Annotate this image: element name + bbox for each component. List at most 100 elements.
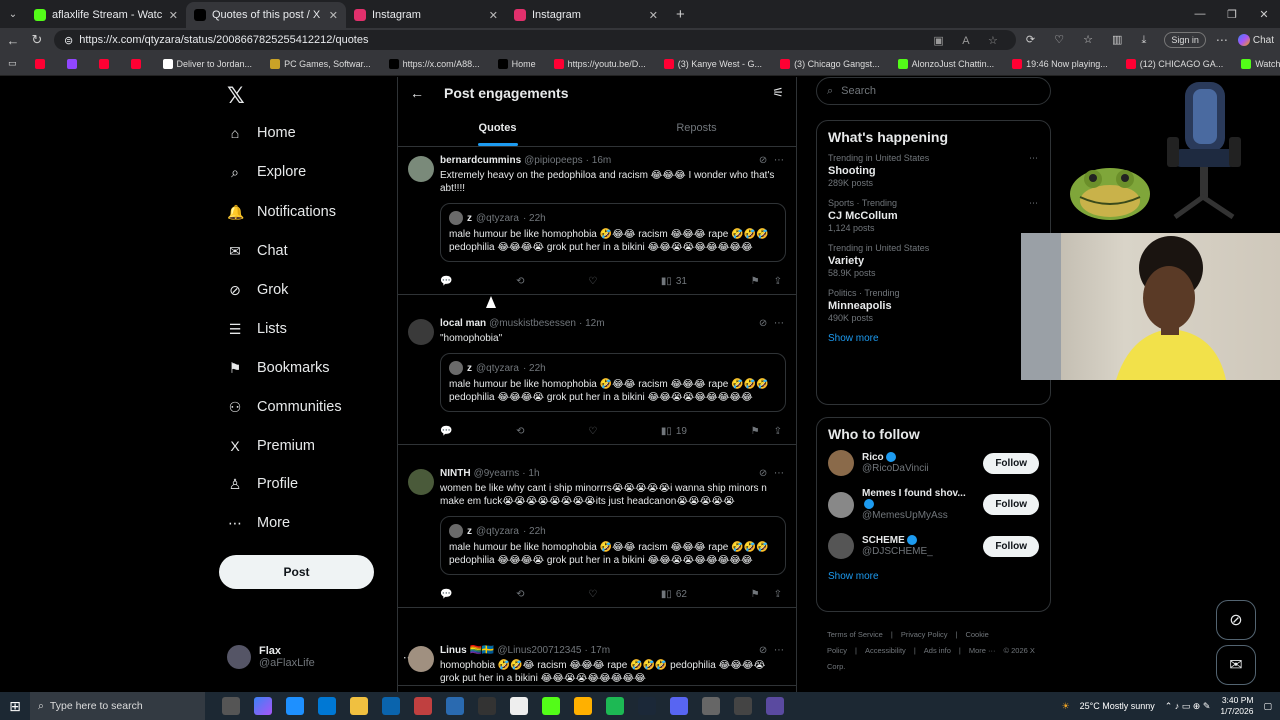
tweet-time[interactable]: · 12m — [579, 318, 605, 329]
tweet-author-handle[interactable]: @muskistbesessen — [489, 318, 576, 329]
nav-item-chat[interactable]: ✉ Chat — [227, 243, 288, 259]
quoted-tweet[interactable]: z @qtyzara · 22h male humour be like homoph… — [440, 516, 786, 575]
filter-icon[interactable]: ⚟ — [772, 85, 784, 101]
footer-link[interactable]: More ··· — [969, 646, 996, 655]
nav-item-grok[interactable]: ⊘ Grok — [227, 282, 288, 298]
bookmark-item[interactable] — [98, 58, 113, 69]
footer-link[interactable]: Accessibility — [865, 646, 906, 655]
follow-button[interactable]: Follow — [983, 452, 1039, 474]
account-switcher[interactable]: Flax @aFlaxLife ⋯ — [227, 645, 414, 669]
edge-icon[interactable] — [286, 697, 304, 715]
views-button[interactable]: ▮▯ 19 — [661, 426, 687, 437]
show-more-follow-link[interactable]: Show more — [828, 571, 1039, 582]
bookmark-item[interactable]: https://youtu.be/D... — [553, 58, 646, 69]
trend-item[interactable]: Trending in United States Variety 58.9K po… — [828, 243, 1039, 279]
tweet-time[interactable]: · 16m — [586, 155, 612, 166]
tweet-menu-icon[interactable]: ⊘ ⋯ — [759, 645, 786, 656]
tab-search-icon[interactable]: ⌄ — [0, 9, 26, 20]
spotify-icon[interactable] — [606, 697, 624, 715]
nav-item-communities[interactable]: ⚇ Communities — [227, 399, 342, 415]
address-actions-icons[interactable]: ▣ A ☆ — [933, 34, 1006, 47]
reply-button[interactable]: 💬 — [440, 276, 452, 287]
close-tab-icon[interactable]: ✕ — [489, 9, 498, 22]
like-button[interactable]: ♡ — [588, 426, 597, 437]
maximize-icon[interactable]: ❐ — [1216, 8, 1248, 21]
trend-item[interactable]: Sports · Trending CJ McCollum 1,124 posts ⋯ — [828, 198, 1039, 234]
follow-suggestion[interactable]: SCHEME @DJSCHEME_ Follow — [828, 533, 1039, 559]
tab-quotes[interactable]: Quotes — [398, 109, 597, 146]
avatar[interactable] — [408, 319, 434, 345]
close-tab-icon[interactable]: ✕ — [649, 9, 658, 22]
app-icon[interactable] — [446, 697, 464, 715]
search-input[interactable]: ⌕ Search — [816, 77, 1051, 105]
avatar[interactable] — [408, 156, 434, 182]
share-button[interactable]: ⇪ — [774, 276, 782, 287]
weather-text[interactable]: 25°C Mostly sunny — [1080, 701, 1155, 711]
views-button[interactable]: ▮▯ 31 — [661, 276, 687, 287]
tweet[interactable]: Linus 🏳️‍🌈🇸🇪 @Linus200712345 · 17m ⊘ ⋯ homop… — [398, 637, 796, 686]
reply-button[interactable]: 💬 — [440, 426, 452, 437]
avatar[interactable] — [408, 469, 434, 495]
footer-link[interactable]: Terms of Service — [827, 630, 883, 639]
trend-item[interactable]: Politics · Trending Minneapolis 490K posts — [828, 288, 1039, 324]
bookmark-item[interactable]: (12) CHICAGO GA... — [1125, 58, 1223, 69]
app-icon[interactable] — [766, 697, 784, 715]
x-logo-icon[interactable]: 𝕏 — [227, 83, 245, 109]
bookmark-button[interactable]: ⚑ — [751, 426, 760, 437]
bookmark-item[interactable]: Home — [497, 58, 536, 69]
app-icon[interactable] — [414, 697, 432, 715]
share-button[interactable]: ⇪ — [774, 589, 782, 600]
bookmark-item[interactable]: AlonzoJust Chattin... — [897, 58, 994, 69]
copilot-app-icon[interactable] — [254, 697, 272, 715]
site-info-icon[interactable]: ⊜ — [64, 34, 73, 47]
app-icon[interactable] — [478, 697, 496, 715]
tweet-menu-icon[interactable]: ⊘ ⋯ — [759, 155, 786, 166]
steam-icon[interactable] — [638, 697, 656, 715]
apps-icon[interactable]: ▭ — [8, 58, 17, 69]
tweet[interactable]: NINTH @9yearns · 1h ⊘ ⋯ women be like why ca… — [398, 460, 796, 608]
sign-in-button[interactable]: Sign in — [1164, 32, 1206, 48]
show-more-trends-link[interactable]: Show more — [828, 333, 1039, 344]
browser-tab[interactable]: Quotes of this post / X ✕ — [186, 2, 346, 28]
tweet-menu-icon[interactable]: ⊘ ⋯ — [759, 318, 786, 329]
browser-tab[interactable]: Instagram ✕ — [506, 2, 666, 28]
toolbar-icons[interactable]: ⟳ ♡ ☆ ▥ ⤓ — [1026, 33, 1154, 47]
tweet-menu-icon[interactable]: ⊘ ⋯ — [759, 468, 786, 479]
follow-suggestion[interactable]: Memes I found shov... @MemesUpMyAss Follow — [828, 488, 1039, 521]
messages-float-button[interactable]: ✉ — [1216, 645, 1256, 685]
bookmark-item[interactable]: (3) Kanye West - G... — [663, 58, 762, 69]
bookmark-button[interactable]: ⚑ — [751, 589, 760, 600]
footer-link[interactable]: Ads info — [924, 646, 951, 655]
taskbar-search-input[interactable]: ⌕ Type here to search — [30, 692, 205, 720]
avatar[interactable] — [828, 533, 854, 559]
notification-icon[interactable]: ▢ — [1263, 701, 1272, 712]
post-button[interactable]: Post — [219, 555, 374, 589]
footer-link[interactable]: Privacy Policy — [901, 630, 948, 639]
minimize-icon[interactable]: — — [1184, 8, 1216, 20]
bookmark-button[interactable]: ⚑ — [751, 276, 760, 287]
mail-app-icon[interactable] — [382, 697, 400, 715]
windows-start-icon[interactable]: ⊞ — [0, 698, 30, 715]
tweet-author-handle[interactable]: @9yearns — [474, 468, 520, 479]
address-field[interactable]: ⊜ https://x.com/qtyzara/status/200866782… — [54, 30, 1016, 50]
like-button[interactable]: ♡ — [588, 276, 597, 287]
quoted-tweet[interactable]: z @qtyzara · 22h male humour be like homoph… — [440, 353, 786, 412]
trend-menu-icon[interactable]: ⋯ — [1029, 198, 1039, 209]
nav-item-more[interactable]: ⋯ More — [227, 515, 290, 531]
back-icon[interactable]: ← — [6, 33, 20, 48]
repost-button[interactable]: ⟲ — [516, 426, 524, 437]
file-explorer-icon[interactable] — [350, 697, 368, 715]
quoted-tweet[interactable]: z @qtyzara · 22h male humour be like homoph… — [440, 203, 786, 262]
bookmark-item[interactable]: Watch now — [1241, 58, 1280, 69]
tweet[interactable]: bernardcummins @pipiopeeps · 16m ⊘ ⋯ Extreme… — [398, 147, 796, 295]
menu-icon[interactable]: ⋯ — [1216, 33, 1228, 47]
nav-item-premium[interactable]: X Premium — [227, 438, 315, 454]
tweet-author-handle[interactable]: @pipiopeeps — [524, 155, 583, 166]
app-icon[interactable] — [702, 697, 720, 715]
share-button[interactable]: ⇪ — [774, 426, 782, 437]
close-tab-icon[interactable]: ✕ — [169, 9, 178, 22]
tweet-author-name[interactable]: bernardcummins — [440, 155, 521, 166]
repost-button[interactable]: ⟲ — [516, 276, 524, 287]
reply-button[interactable]: 💬 — [440, 589, 452, 600]
browser-tab[interactable]: Instagram ✕ — [346, 2, 506, 28]
